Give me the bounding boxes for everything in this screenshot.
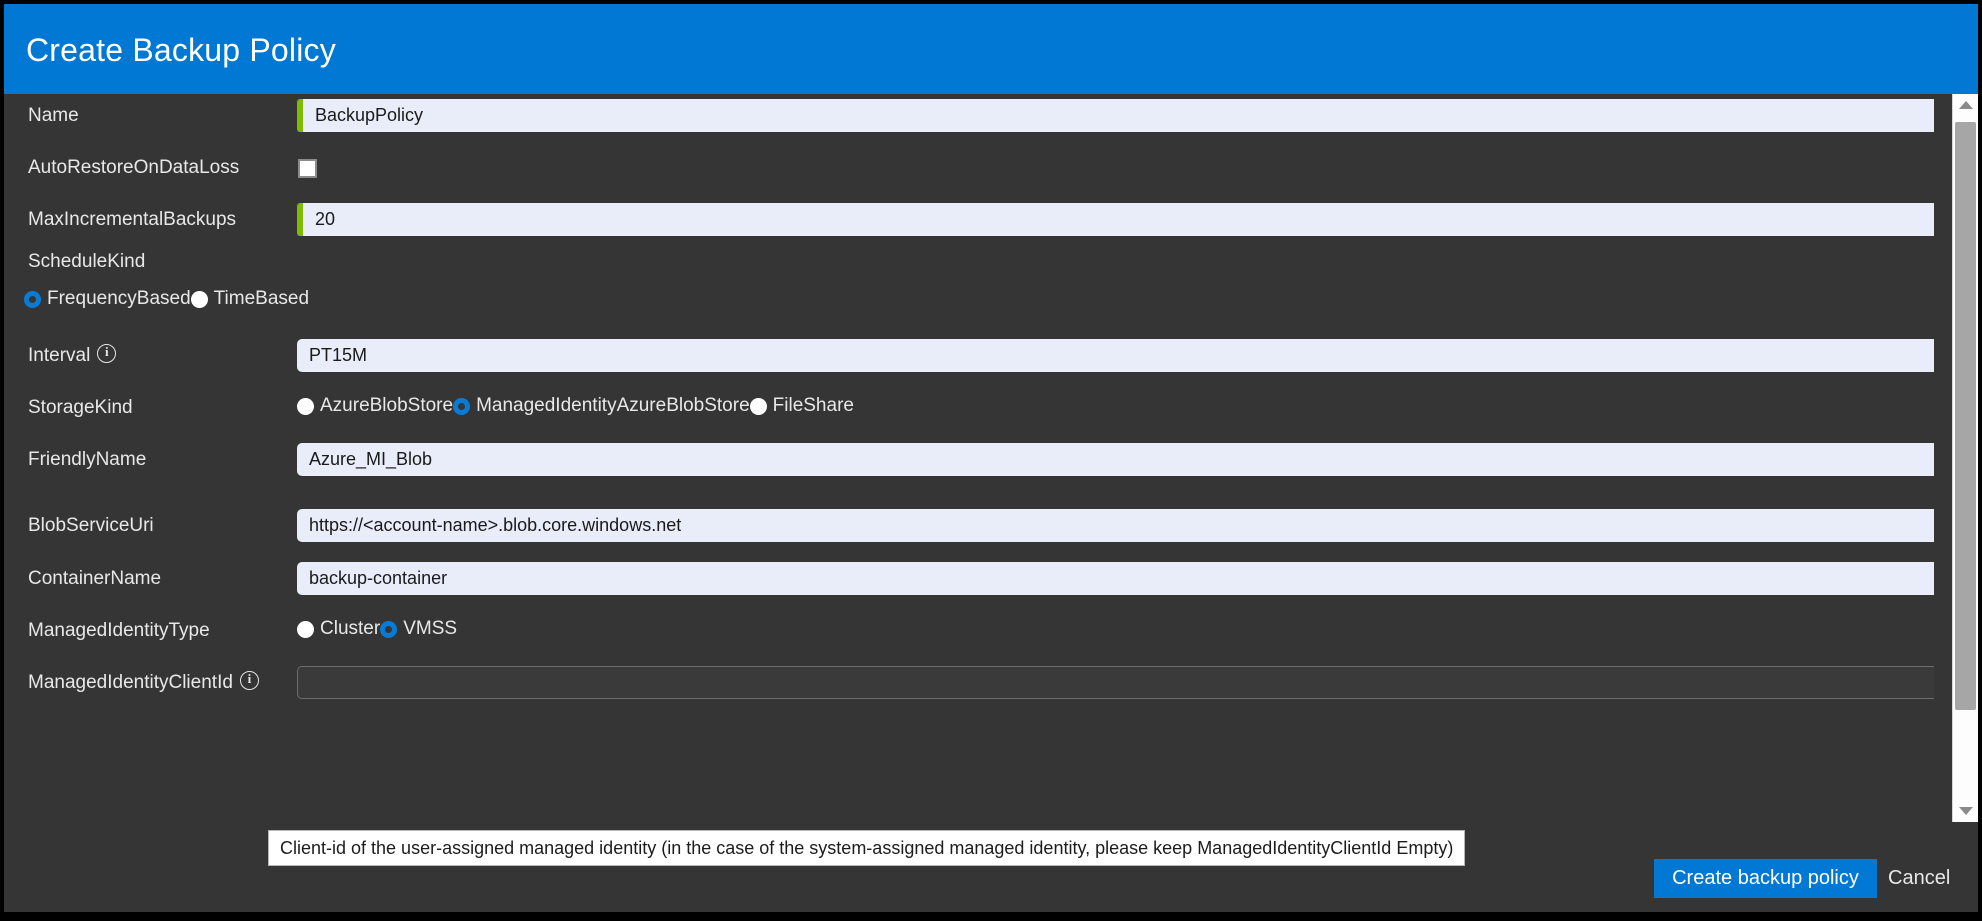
- input-name[interactable]: BackupPolicy: [297, 99, 1934, 132]
- tooltip-text: Client-id of the user-assigned managed i…: [280, 838, 1453, 859]
- radio-timebased-label: TimeBased: [214, 288, 309, 310]
- radio-option-azureblobstore[interactable]: AzureBlobStore: [297, 395, 453, 417]
- radio-azureblobstore-indicator: [297, 398, 314, 415]
- radio-fileshare-label: FileShare: [773, 395, 854, 417]
- form-row-schedule-kind: ScheduleKind FrequencyBased TimeBased: [4, 250, 1934, 346]
- input-max-incremental-backups[interactable]: 20: [297, 203, 1934, 236]
- input-interval[interactable]: PT15M: [297, 339, 1934, 372]
- form-row-blob-service-uri: BlobServiceUri https://<account-name>.bl…: [4, 504, 1934, 556]
- info-icon-interval[interactable]: [97, 344, 116, 363]
- radio-frequencybased-label: FrequencyBased: [47, 288, 191, 310]
- form-row-managed-identity-type: ManagedIdentityType Cluster VMSS: [4, 609, 1934, 661]
- label-storage-kind: StorageKind: [28, 396, 133, 420]
- radio-group-managed-identity-type: Cluster VMSS: [297, 618, 457, 640]
- label-managed-identity-type: ManagedIdentityType: [28, 619, 210, 643]
- label-managed-identity-client-id-text: ManagedIdentityClientId: [28, 672, 233, 693]
- form-row-name: Name BackupPolicy: [4, 94, 1934, 146]
- radio-fileshare-indicator: [750, 398, 767, 415]
- form-row-interval: Interval PT15M: [4, 334, 1934, 386]
- create-backup-policy-dialog: Create Backup Policy Name BackupPolicy A…: [4, 4, 1978, 912]
- input-container-name[interactable]: backup-container: [297, 562, 1934, 595]
- radio-group-schedule-kind: FrequencyBased TimeBased: [24, 288, 309, 310]
- vertical-scrollbar[interactable]: [1952, 94, 1978, 822]
- label-managed-identity-client-id: ManagedIdentityClientId: [28, 671, 259, 695]
- input-friendly-name[interactable]: Azure_MI_Blob: [297, 443, 1934, 476]
- form-row-auto-restore-on-data-loss: AutoRestoreOnDataLoss: [4, 146, 1934, 198]
- form-row-friendly-name: FriendlyName Azure_MI_Blob: [4, 438, 1934, 490]
- input-managed-identity-client-id[interactable]: [297, 666, 1934, 699]
- scroll-down-icon[interactable]: [1953, 800, 1978, 822]
- radio-cluster-indicator: [297, 621, 314, 638]
- screen: Create Backup Policy Name BackupPolicy A…: [0, 0, 1982, 921]
- label-auto-restore-on-data-loss: AutoRestoreOnDataLoss: [28, 156, 239, 180]
- label-interval: Interval: [28, 344, 116, 368]
- label-container-name: ContainerName: [28, 567, 161, 591]
- input-friendly-name-value: Azure_MI_Blob: [297, 449, 432, 470]
- cancel-button[interactable]: Cancel: [1888, 859, 1950, 898]
- form-area: Name BackupPolicy AutoRestoreOnDataLoss …: [4, 94, 1934, 822]
- input-blob-service-uri[interactable]: https://<account-name>.blob.core.windows…: [297, 509, 1934, 542]
- radio-option-fileshare[interactable]: FileShare: [750, 395, 854, 417]
- form-row-container-name: ContainerName backup-container: [4, 557, 1934, 609]
- page-title: Create Backup Policy: [26, 32, 336, 69]
- radio-azureblobstore-label: AzureBlobStore: [320, 395, 453, 417]
- radio-option-frequencybased[interactable]: FrequencyBased: [24, 288, 191, 310]
- label-blob-service-uri: BlobServiceUri: [28, 514, 154, 538]
- label-schedule-kind: ScheduleKind: [28, 250, 145, 274]
- form-row-managed-identity-client-id: ManagedIdentityClientId: [4, 661, 1934, 713]
- radio-cluster-label: Cluster: [320, 618, 380, 640]
- tooltip-managed-identity-client-id: Client-id of the user-assigned managed i…: [268, 830, 1465, 866]
- radio-vmss-indicator: [380, 621, 397, 638]
- input-container-name-value: backup-container: [297, 568, 447, 589]
- radio-option-timebased[interactable]: TimeBased: [191, 288, 309, 310]
- label-max-incremental-backups: MaxIncrementalBackups: [28, 208, 236, 232]
- radio-vmss-label: VMSS: [403, 618, 457, 640]
- label-interval-text: Interval: [28, 345, 90, 366]
- scrollbar-thumb[interactable]: [1955, 122, 1976, 710]
- radio-option-cluster[interactable]: Cluster: [297, 618, 380, 640]
- info-icon-managed-identity-client-id[interactable]: [240, 671, 259, 690]
- input-interval-value: PT15M: [297, 345, 367, 366]
- dialog-title-bar: Create Backup Policy: [4, 4, 1978, 94]
- radio-managedidentityazureblobstore-indicator: [453, 398, 470, 415]
- radio-option-managedidentityazureblobstore[interactable]: ManagedIdentityAzureBlobStore: [453, 395, 750, 417]
- radio-managedidentityazureblobstore-label: ManagedIdentityAzureBlobStore: [476, 395, 750, 417]
- label-friendly-name: FriendlyName: [28, 448, 146, 472]
- input-name-value: BackupPolicy: [303, 105, 423, 126]
- input-max-incremental-backups-value: 20: [303, 209, 335, 230]
- radio-option-vmss[interactable]: VMSS: [380, 618, 457, 640]
- radio-frequencybased-indicator: [24, 291, 41, 308]
- checkbox-auto-restore-on-data-loss[interactable]: [298, 159, 317, 178]
- radio-timebased-indicator: [191, 291, 208, 308]
- radio-group-storage-kind: AzureBlobStore ManagedIdentityAzureBlobS…: [297, 395, 854, 417]
- create-backup-policy-button[interactable]: Create backup policy: [1654, 859, 1877, 898]
- label-name: Name: [28, 104, 79, 128]
- input-blob-service-uri-value: https://<account-name>.blob.core.windows…: [297, 515, 681, 536]
- scroll-up-icon[interactable]: [1953, 94, 1978, 116]
- form-row-storage-kind: StorageKind AzureBlobStore ManagedIdenti…: [4, 386, 1934, 438]
- form-row-max-incremental-backups: MaxIncrementalBackups 20: [4, 198, 1934, 250]
